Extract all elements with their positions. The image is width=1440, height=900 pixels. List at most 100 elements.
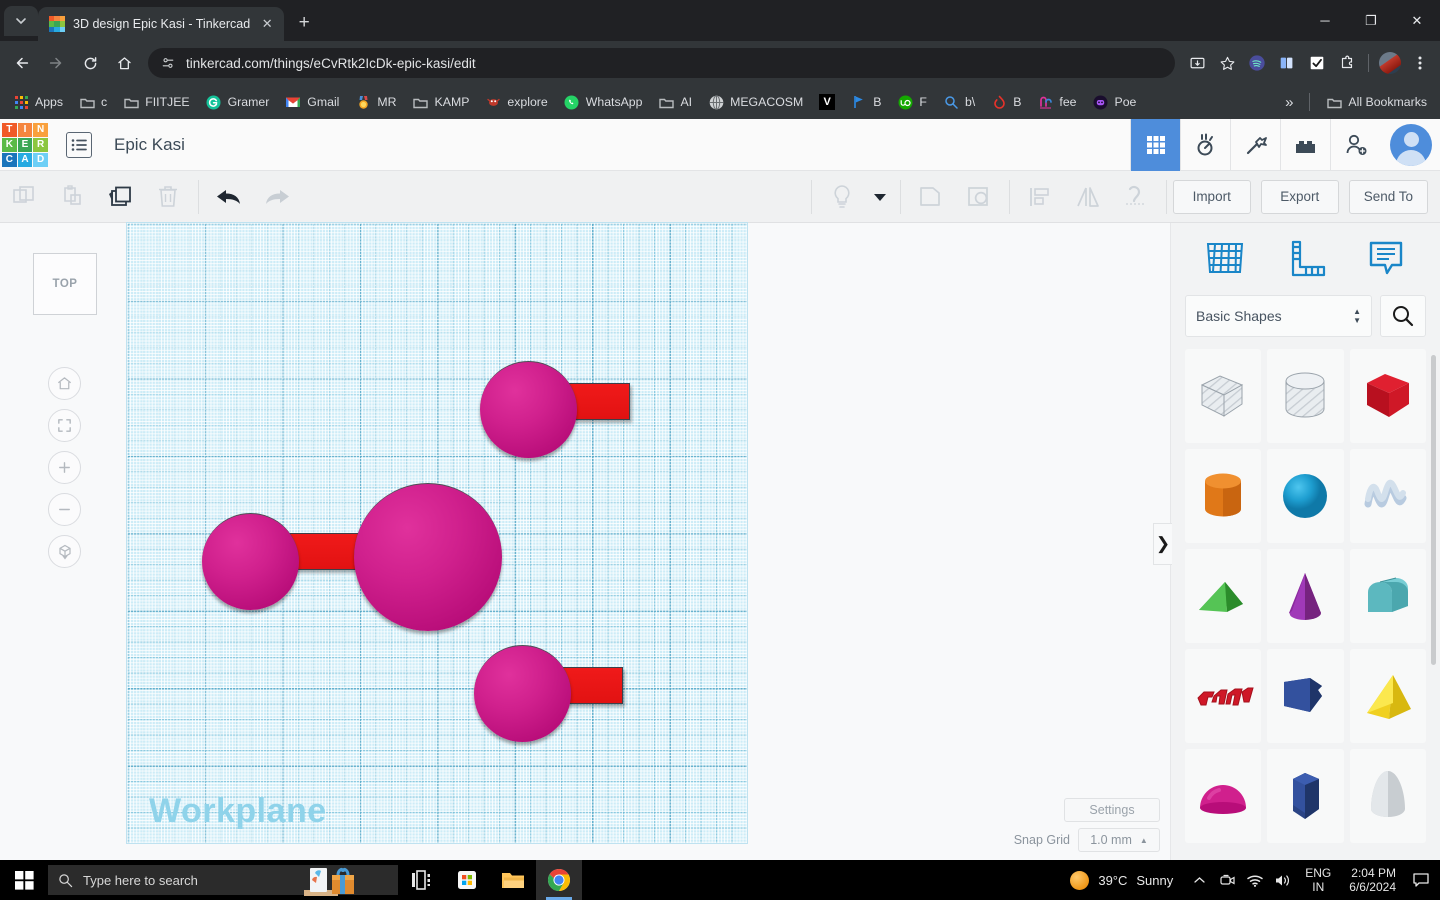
search-input[interactable]: Type here to search — [48, 865, 398, 896]
address-bar[interactable]: tinkercad.com/things/eCvRtk2IcDk-epic-ka… — [148, 48, 1175, 78]
canvas-sphere-2[interactable] — [202, 513, 299, 610]
weather-widget[interactable]: 39°C Sunny — [1058, 870, 1185, 890]
bookmark-fee[interactable]: fee — [1030, 90, 1083, 114]
bookmark-whatsapp[interactable]: WhatsApp — [557, 90, 650, 114]
home-icon[interactable] — [108, 47, 140, 79]
task-view-icon[interactable] — [398, 860, 444, 900]
bookmark-b-swirl[interactable]: B — [984, 90, 1028, 114]
paste-icon[interactable] — [48, 171, 96, 223]
bookmark-v[interactable]: V — [812, 90, 842, 114]
shape-hexagon-prism-blue[interactable] — [1267, 749, 1344, 843]
shape-paraboloid-grey[interactable] — [1349, 749, 1426, 843]
magnet-ruler-icon[interactable] — [1112, 171, 1160, 223]
shape-roof-teal[interactable] — [1349, 549, 1426, 643]
list-menu-icon[interactable] — [66, 131, 92, 158]
apps-grid-icon[interactable] — [1130, 118, 1180, 171]
shape-text-red[interactable] — [1185, 649, 1262, 743]
circuits-icon[interactable] — [1180, 118, 1230, 171]
bookmark-megacosm[interactable]: MEGACOSM — [701, 90, 810, 114]
close-icon[interactable]: ✕ — [258, 15, 276, 33]
export-button[interactable]: Export — [1260, 179, 1339, 214]
bookmark-ai[interactable]: AI — [651, 90, 699, 114]
cortana-gift-icon[interactable] — [302, 862, 362, 899]
undo-icon[interactable] — [205, 171, 253, 223]
canvas-sphere-1[interactable] — [480, 361, 577, 458]
back-arrow-icon[interactable] — [6, 47, 38, 79]
volume-icon[interactable] — [1269, 860, 1297, 900]
shape-search-button[interactable] — [1380, 295, 1426, 337]
bookmark-b-flag[interactable]: B — [844, 90, 888, 114]
duplicate-icon[interactable] — [96, 171, 144, 223]
shape-cylinder-orange[interactable] — [1185, 449, 1262, 543]
mirror-flip-icon[interactable] — [1064, 171, 1112, 223]
bookmark-mr[interactable]: MR — [348, 90, 403, 114]
shape-pyramid-yellow[interactable] — [1349, 649, 1426, 743]
shape-sphere-blue[interactable] — [1267, 449, 1344, 543]
bookmark-fiitjee[interactable]: FIITJEE — [116, 90, 196, 114]
shape-library-scroll[interactable] — [1171, 349, 1440, 860]
bookmark-gmail[interactable]: Gmail — [278, 90, 346, 114]
note-comment-icon[interactable] — [1358, 233, 1414, 285]
browser-tab[interactable]: 3D design Epic Kasi - Tinkercad ✕ — [38, 7, 285, 41]
shape-box-hole[interactable] — [1185, 349, 1262, 443]
bookmark-gramer[interactable]: Gramer — [199, 90, 277, 114]
group-icon[interactable] — [907, 171, 955, 223]
delete-trash-icon[interactable] — [144, 171, 192, 223]
chrome-icon[interactable] — [536, 860, 582, 900]
shape-polygon-blue[interactable] — [1267, 649, 1344, 743]
canvas-area[interactable]: Workplane Settings Snap Grid 1.0 mm ▲ — [120, 223, 1170, 860]
zoom-in-icon[interactable] — [48, 451, 81, 484]
import-button[interactable]: Import — [1172, 179, 1251, 214]
tinkercad-logo[interactable]: T I N K E R C A D — [0, 121, 48, 169]
ruler-icon[interactable] — [1277, 233, 1333, 285]
bookmark-poe[interactable]: Poe — [1086, 90, 1144, 114]
bookmark-c[interactable]: c — [72, 90, 114, 114]
shape-category-select[interactable]: Basic Shapes ▲ ▼ — [1185, 295, 1372, 337]
profile-avatar[interactable] — [1376, 49, 1404, 77]
wifi-icon[interactable] — [1241, 860, 1269, 900]
todo-check-icon[interactable] — [1303, 49, 1331, 77]
chrome-menu-icon[interactable] — [1406, 49, 1434, 77]
codeblocks-hammer-icon[interactable] — [1230, 118, 1280, 171]
bookmark-b-search[interactable]: b\ — [936, 90, 982, 114]
view-cube[interactable]: TOP — [33, 253, 97, 315]
shape-box-red[interactable] — [1349, 349, 1426, 443]
action-center-icon[interactable] — [1406, 860, 1436, 900]
bookmark-explore[interactable]: explore — [478, 90, 554, 114]
user-avatar[interactable] — [1390, 123, 1432, 166]
shape-scribble[interactable] — [1349, 449, 1426, 543]
align-icon[interactable] — [1016, 171, 1064, 223]
file-explorer-icon[interactable] — [490, 860, 536, 900]
workplane-grid-icon[interactable] — [1197, 233, 1253, 285]
microsoft-store-icon[interactable] — [444, 860, 490, 900]
lightbulb-icon[interactable] — [818, 171, 866, 223]
extensions-puzzle-icon[interactable] — [1333, 49, 1361, 77]
bookmark-apps[interactable]: Apps — [6, 90, 70, 114]
maximize-button[interactable]: ❐ — [1348, 0, 1394, 41]
send-to-button[interactable]: Send To — [1348, 179, 1428, 214]
bookmark-kamp[interactable]: KAMP — [406, 90, 477, 114]
home-view-icon[interactable] — [48, 367, 81, 400]
snap-grid-dropdown[interactable]: 1.0 mm ▲ — [1078, 828, 1160, 852]
reading-list-icon[interactable] — [1273, 49, 1301, 77]
bookmark-star-icon[interactable] — [1213, 49, 1241, 77]
camera-icon[interactable] — [1213, 860, 1241, 900]
forward-arrow-icon[interactable] — [40, 47, 72, 79]
start-button[interactable] — [0, 860, 48, 900]
tab-search-button[interactable] — [4, 6, 38, 36]
clock[interactable]: 2:04 PM 6/6/2024 — [1339, 866, 1406, 894]
dropdown-caret-icon[interactable] — [866, 171, 894, 223]
blocks-icon[interactable] — [1280, 118, 1330, 171]
copy-icon[interactable] — [0, 171, 48, 223]
orthographic-view-icon[interactable] — [48, 535, 81, 568]
shape-cone-purple[interactable] — [1267, 549, 1344, 643]
canvas-sphere-large[interactable] — [354, 483, 502, 631]
bookmark-f-upwork[interactable]: F — [890, 90, 934, 114]
shape-cylinder-hole[interactable] — [1267, 349, 1344, 443]
settings-button[interactable]: Settings — [1064, 798, 1160, 822]
minimize-button[interactable]: ─ — [1302, 0, 1348, 41]
zoom-out-icon[interactable] — [48, 493, 81, 526]
all-bookmarks-button[interactable]: All Bookmarks — [1319, 90, 1434, 114]
shape-half-sphere-pink[interactable] — [1185, 749, 1262, 843]
fit-all-icon[interactable] — [48, 409, 81, 442]
